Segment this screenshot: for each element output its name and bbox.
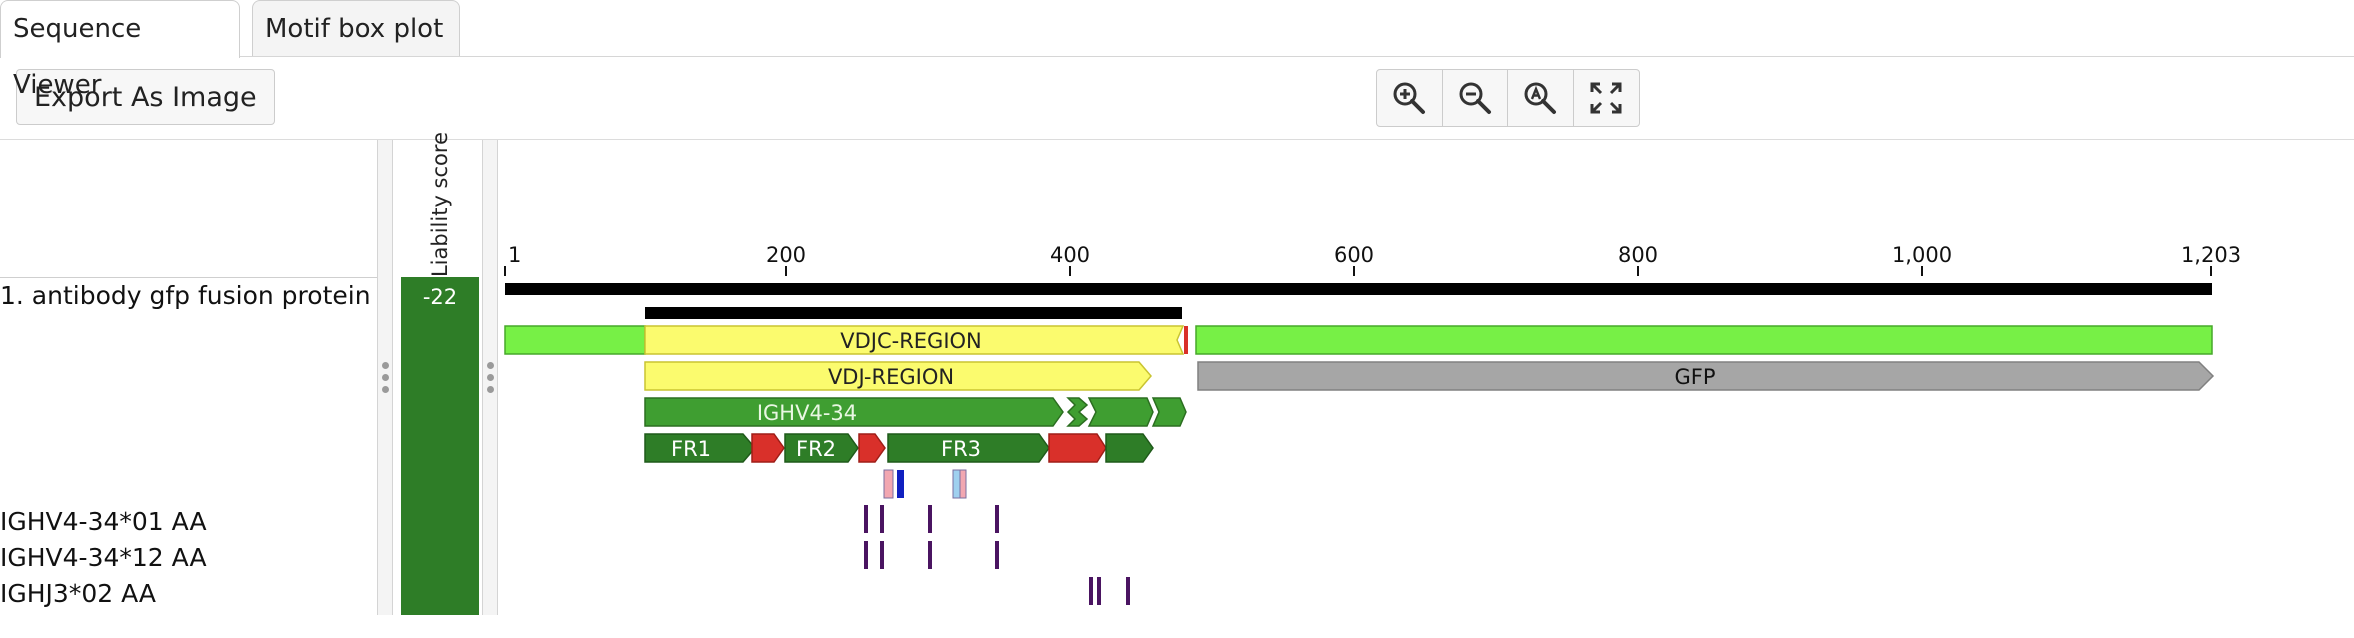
ruler-tick-label: 1,203 bbox=[2181, 243, 2241, 267]
grip-dot bbox=[382, 386, 389, 393]
annotation-linker[interactable] bbox=[1184, 326, 1188, 354]
zoom-in-icon bbox=[1393, 82, 1426, 114]
zoom-reset-icon bbox=[1524, 82, 1557, 114]
annotation-cdr2[interactable] bbox=[858, 433, 886, 463]
grip-dot bbox=[382, 374, 389, 381]
annotation-leader[interactable] bbox=[504, 325, 646, 355]
tab-motif-box-plot[interactable]: Motif box plot bbox=[252, 0, 460, 56]
zoom-in-button[interactable] bbox=[1377, 70, 1443, 126]
motif-marker[interactable] bbox=[952, 469, 961, 499]
sequence-name[interactable]: 1. antibody gfp fusion protein bbox=[0, 281, 371, 310]
motif-marker[interactable] bbox=[883, 469, 894, 499]
germline-difference-mark[interactable] bbox=[1126, 577, 1130, 605]
column-resize-handle[interactable] bbox=[482, 140, 498, 615]
annotation-ighv4-34-label: IGHV4-34 bbox=[757, 401, 857, 425]
sequence-track-svg: 1 200 400 600 800 1,000 1,203 VDJC-REGIO… bbox=[504, 243, 2241, 605]
annotation-vdjc-region-label: VDJC-REGION bbox=[840, 329, 982, 353]
germline-difference-mark[interactable] bbox=[1097, 577, 1101, 605]
annotation-fr3-label: FR3 bbox=[941, 437, 981, 461]
ruler-tick-label: 800 bbox=[1618, 243, 1658, 267]
fit-to-screen-icon bbox=[1590, 82, 1622, 114]
antibody-region-bar[interactable] bbox=[645, 307, 1182, 319]
grip-dot bbox=[487, 362, 494, 369]
annotation-gene-fragment[interactable] bbox=[1066, 397, 1089, 427]
column-resize-handle[interactable] bbox=[377, 140, 393, 615]
liability-score-cell: -22 bbox=[401, 277, 479, 615]
ruler-tick-label: 1 bbox=[508, 243, 521, 267]
header-separator bbox=[0, 277, 377, 278]
grip-dot bbox=[382, 362, 389, 369]
sequence-bar[interactable] bbox=[505, 283, 2212, 295]
fit-to-screen-button[interactable] bbox=[1574, 70, 1640, 126]
germline-name-ighv4-34-12[interactable]: IGHV4-34*12 AA bbox=[0, 543, 207, 572]
germline-difference-mark[interactable] bbox=[864, 541, 868, 569]
annotation-cdr3[interactable] bbox=[1048, 433, 1107, 463]
germline-difference-mark[interactable] bbox=[864, 505, 868, 533]
germline-difference-mark[interactable] bbox=[928, 505, 932, 533]
liability-score-header[interactable]: Liability score bbox=[399, 132, 481, 277]
sequence-name-column: 1. antibody gfp fusion protein IGHV4-34*… bbox=[0, 140, 377, 638]
germline-difference-mark[interactable] bbox=[995, 505, 999, 533]
germline-name-ighv4-34-01[interactable]: IGHV4-34*01 AA bbox=[0, 507, 207, 536]
germline-difference-mark[interactable] bbox=[880, 505, 884, 533]
germline-name-ighj3-02[interactable]: IGHJ3*02 AA bbox=[0, 579, 156, 608]
grip-dot bbox=[487, 386, 494, 393]
ruler: 1 200 400 600 800 1,000 1,203 bbox=[504, 243, 2241, 276]
ruler-tick-label: 400 bbox=[1050, 243, 1090, 267]
zoom-reset-button[interactable] bbox=[1508, 70, 1574, 126]
motif-marker[interactable] bbox=[897, 470, 904, 498]
annotation-vdj-region-label: VDJ-REGION bbox=[828, 365, 954, 389]
annotation-gfp-region[interactable] bbox=[1195, 325, 2213, 355]
germline-difference-mark[interactable] bbox=[1089, 577, 1093, 605]
sequence-viewer-canvas[interactable]: 1 200 400 600 800 1,000 1,203 VDJC-REGIO… bbox=[503, 140, 2354, 615]
liability-score-value: -22 bbox=[422, 285, 458, 309]
ruler-tick-label: 600 bbox=[1334, 243, 1374, 267]
motif-marker[interactable] bbox=[959, 469, 967, 499]
tab-bar: Sequence Viewer Motif box plot bbox=[0, 0, 2354, 100]
annotation-fr4[interactable] bbox=[1105, 433, 1154, 463]
annotation-gene-fragment[interactable] bbox=[1151, 397, 1187, 427]
liability-score-label: Liability score bbox=[428, 131, 452, 277]
grip-dot bbox=[487, 374, 494, 381]
zoom-out-icon bbox=[1459, 82, 1491, 114]
annotation-gfp-label: GFP bbox=[1674, 365, 1715, 389]
tab-sequence-viewer[interactable]: Sequence Viewer bbox=[0, 0, 240, 100]
annotation-cdr1[interactable] bbox=[751, 433, 785, 463]
zoom-out-button[interactable] bbox=[1443, 70, 1508, 126]
germline-difference-mark[interactable] bbox=[995, 541, 999, 569]
annotation-gene-fragment[interactable] bbox=[1087, 397, 1154, 427]
zoom-controls bbox=[1376, 69, 1640, 127]
toolbar: Export As Image bbox=[0, 57, 2354, 140]
annotation-fr1-label: FR1 bbox=[671, 437, 711, 461]
ruler-tick-label: 200 bbox=[766, 243, 806, 267]
ruler-tick-label: 1,000 bbox=[1892, 243, 1952, 267]
germline-difference-mark[interactable] bbox=[928, 541, 932, 569]
germline-difference-mark[interactable] bbox=[880, 541, 884, 569]
annotation-fr2-label: FR2 bbox=[796, 437, 836, 461]
